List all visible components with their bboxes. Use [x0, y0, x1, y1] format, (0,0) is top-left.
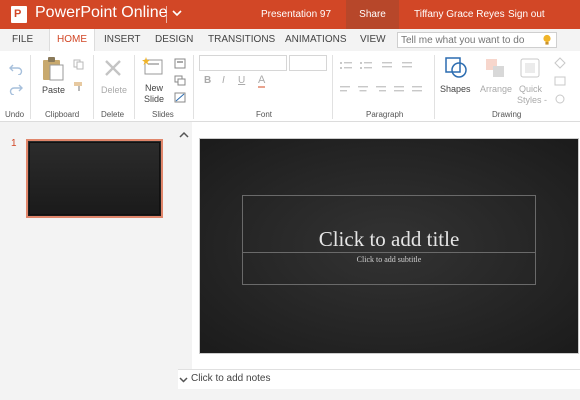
status-bar [0, 389, 580, 400]
notes-placeholder[interactable]: Click to add notes [191, 373, 271, 384]
app-name: PowerPoint Online [35, 4, 168, 21]
pane-divider [178, 122, 192, 372]
redo-icon[interactable] [9, 83, 23, 95]
tell-me-box[interactable] [397, 32, 557, 48]
quick-styles-label-2[interactable]: Styles - [517, 95, 547, 105]
bold-button[interactable]: B [204, 75, 211, 86]
new-slide-icon[interactable] [142, 56, 164, 76]
group-label-paragraph: Paragraph [366, 110, 404, 119]
ribbon: Undo Paste Clipboard Delete Delete New S… [0, 51, 580, 122]
tab-home[interactable]: HOME [49, 29, 95, 51]
list-buttons-icon[interactable] [340, 61, 430, 73]
tab-animations[interactable]: ANIMATIONS [285, 29, 346, 51]
group-label-undo: Undo [5, 110, 25, 119]
tab-insert[interactable]: INSERT [104, 29, 141, 51]
paste-icon[interactable] [41, 56, 65, 82]
quick-styles-icon[interactable] [519, 57, 541, 79]
thumbnail-frame [29, 142, 160, 215]
shapes-button[interactable]: Shapes [440, 84, 471, 94]
font-color-button[interactable]: A [258, 74, 266, 88]
copy-icon[interactable] [73, 59, 84, 70]
titlebar-divider [166, 6, 167, 23]
group-divider [30, 55, 31, 119]
group-label-delete: Delete [101, 110, 125, 119]
quick-styles-label-1[interactable]: Quick [519, 84, 542, 94]
tab-transitions[interactable]: TRANSITIONS [208, 29, 275, 51]
paste-button[interactable]: Paste [42, 85, 65, 95]
shapes-icon[interactable] [443, 55, 469, 81]
delete-icon[interactable] [103, 58, 123, 78]
arrange-icon[interactable] [484, 57, 506, 79]
chevron-up-icon[interactable] [178, 130, 190, 140]
shape-fill-icon[interactable] [553, 57, 567, 69]
slide-canvas[interactable]: Click to add title Click to add subtitle [199, 138, 579, 354]
italic-button[interactable]: I [222, 75, 225, 86]
tab-file[interactable]: FILE [12, 29, 33, 51]
underline-button[interactable]: U [238, 75, 245, 86]
group-label-drawing: Drawing [492, 110, 522, 119]
slide-thumbnail[interactable] [26, 139, 163, 218]
share-button[interactable]: Share [346, 0, 399, 29]
arrange-button[interactable]: Arrange [480, 84, 512, 94]
chevron-down-icon[interactable] [178, 375, 189, 384]
notes-bar[interactable]: Click to add notes [178, 369, 580, 389]
group-label-clipboard: Clipboard [45, 110, 80, 119]
undo-icon[interactable] [9, 63, 23, 75]
tell-me-input[interactable] [398, 33, 538, 47]
group-divider [332, 55, 333, 119]
tab-design[interactable]: DESIGN [155, 29, 193, 51]
subtitle-placeholder[interactable]: Click to add subtitle [242, 252, 536, 285]
file-name[interactable]: Presentation 97 [261, 9, 331, 20]
title-placeholder-text: Click to add title [318, 227, 460, 251]
hide-slide-icon[interactable] [174, 92, 186, 103]
group-divider [193, 55, 194, 119]
delete-button[interactable]: Delete [101, 85, 127, 95]
group-divider [93, 55, 94, 119]
powerpoint-logo-icon: P [11, 6, 27, 23]
chevron-down-icon[interactable] [170, 5, 184, 21]
format-painter-icon[interactable] [73, 81, 84, 92]
duplicate-slide-icon[interactable] [174, 75, 186, 86]
layout-icon[interactable] [174, 58, 186, 69]
lightbulb-icon [543, 34, 551, 45]
group-label-font: Font [256, 110, 273, 119]
font-size-select[interactable] [289, 55, 327, 71]
logo-letter: P [14, 8, 22, 20]
font-name-select[interactable] [199, 55, 287, 71]
title-placeholder[interactable]: Click to add title [242, 195, 536, 253]
tab-view[interactable]: VIEW [360, 29, 386, 51]
alignment-buttons-icon[interactable] [340, 85, 430, 97]
title-bar: P PowerPoint Online Presentation 97 Shar… [0, 0, 580, 29]
group-divider [434, 55, 435, 119]
group-divider [134, 55, 135, 119]
new-slide-label-2[interactable]: Slide [144, 94, 164, 104]
user-name[interactable]: Tiffany Grace Reyes [414, 9, 505, 20]
slide-number: 1 [11, 138, 17, 149]
sign-out-link[interactable]: Sign out [508, 9, 545, 20]
subtitle-placeholder-text: Click to add subtitle [356, 255, 422, 264]
shape-effects-icon[interactable] [553, 93, 567, 105]
new-slide-label-1[interactable]: New [145, 83, 163, 93]
shape-outline-icon[interactable] [553, 75, 567, 87]
group-label-slides: Slides [152, 110, 174, 119]
